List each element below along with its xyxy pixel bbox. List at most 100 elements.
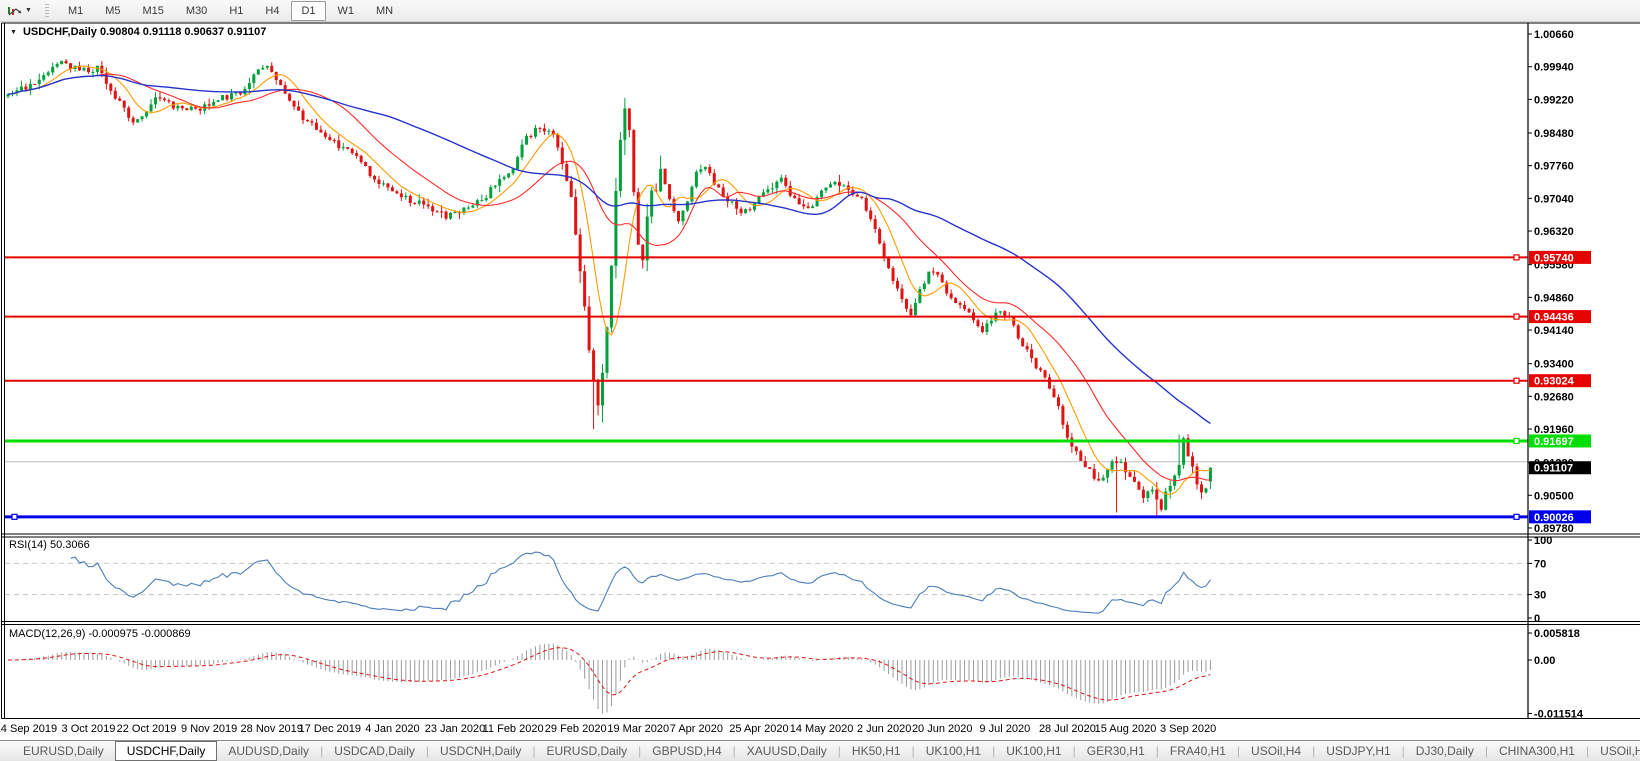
usdchf-price-chart[interactable]: 1.00660 0.99940 0.99220 0.98480 0.97760 0.970… <box>0 22 1640 740</box>
svg-text:0.005818: 0.005818 <box>1534 628 1580 640</box>
svg-text:4 Jan 2020: 4 Jan 2020 <box>365 723 419 735</box>
hline-handle[interactable] <box>1514 378 1519 383</box>
collapse-arrow-icon[interactable]: ▼ <box>10 29 17 36</box>
timeframe-buttons: M1M5M15M30H1H4D1W1MN <box>57 1 404 21</box>
symbol-tab-usoil-h4[interactable]: USOil,H4 <box>1240 741 1312 761</box>
svg-text:0.97040: 0.97040 <box>1534 193 1574 205</box>
svg-text:0.89780: 0.89780 <box>1534 523 1574 535</box>
svg-text:28 Nov 2019: 28 Nov 2019 <box>241 723 303 735</box>
svg-text:14 May 2020: 14 May 2020 <box>790 723 854 735</box>
rsi-indicator-label: RSI(14) 50.3066 <box>9 539 90 551</box>
ma-medium-line <box>8 74 1210 480</box>
svg-text:0.91960: 0.91960 <box>1534 424 1574 436</box>
panel-borders <box>2 23 1640 719</box>
svg-text:11 Feb 2020: 11 Feb 2020 <box>483 723 544 735</box>
timeframe-button-h1[interactable]: H1 <box>219 1 253 21</box>
symbol-tab-uk100-h1[interactable]: UK100,H1 <box>995 741 1072 761</box>
symbol-tab-usdjpy-h1[interactable]: USDJPY,H1 <box>1315 741 1401 761</box>
svg-text:19 Mar 2020: 19 Mar 2020 <box>607 723 669 735</box>
symbol-tab-fra40-h1[interactable]: FRA40,H1 <box>1159 741 1237 761</box>
timeframe-button-h4[interactable]: H4 <box>255 1 289 21</box>
svg-text:29 Feb 2020: 29 Feb 2020 <box>545 723 607 735</box>
chart-area: 1.00660 0.99940 0.99220 0.98480 0.97760 0.970… <box>0 22 1640 740</box>
symbol-tab-china300-h1[interactable]: CHINA300,H1 <box>1488 741 1586 761</box>
hline-handle[interactable] <box>12 514 17 519</box>
rsi-line <box>71 552 1211 613</box>
ma-slow-line <box>8 75 1210 423</box>
date-axis: 14 Sep 2019 3 Oct 201922 Oct 2019 9 Nov 20… <box>0 723 1216 735</box>
svg-text:9 Nov 2019: 9 Nov 2019 <box>181 723 237 735</box>
chart-shift-icon <box>7 4 23 18</box>
svg-text:0.90500: 0.90500 <box>1534 490 1574 502</box>
svg-text:20 Jun 2020: 20 Jun 2020 <box>912 723 973 735</box>
svg-text:0.00: 0.00 <box>1534 655 1555 667</box>
svg-text:3 Oct 2019: 3 Oct 2019 <box>62 723 116 735</box>
timeframe-button-m5[interactable]: M5 <box>95 1 130 21</box>
svg-text:0.97760: 0.97760 <box>1534 161 1574 173</box>
chart-title-text: USDCHF,Daily 0.90804 0.91118 0.90637 0.9… <box>23 26 266 38</box>
hline-handle[interactable] <box>1514 514 1519 519</box>
symbol-tab-uk100-h1[interactable]: UK100,H1 <box>915 741 992 761</box>
svg-text:1.00660: 1.00660 <box>1534 29 1574 41</box>
hline-handle[interactable] <box>1514 255 1519 260</box>
chart-tool-icon[interactable]: ▼ <box>4 3 35 19</box>
macd-indicator-label: MACD(12,26,9) -0.000975 -0.000869 <box>9 628 191 640</box>
symbol-tab-eurusd-daily[interactable]: EURUSD,Daily <box>12 741 115 761</box>
chart-title: ▼ USDCHF,Daily 0.90804 0.91118 0.90637 0.… <box>10 26 266 38</box>
svg-text:25 Apr 2020: 25 Apr 2020 <box>729 723 788 735</box>
svg-text:2 Jun 2020: 2 Jun 2020 <box>857 723 911 735</box>
symbol-tab-eurusd-daily[interactable]: EURUSD,Daily <box>535 741 638 761</box>
timeframe-button-m1[interactable]: M1 <box>58 1 93 21</box>
svg-text:0.93024: 0.93024 <box>1534 376 1575 388</box>
svg-text:0.99220: 0.99220 <box>1534 94 1574 106</box>
ma-fast-line <box>8 66 1210 494</box>
chevron-down-icon: ▼ <box>25 7 32 14</box>
symbol-tab-usoil-h1[interactable]: USOil,H1 <box>1589 741 1640 761</box>
svg-text:9 Jul 2020: 9 Jul 2020 <box>979 723 1030 735</box>
svg-text:0.91697: 0.91697 <box>1534 436 1574 448</box>
timeframe-button-d1[interactable]: D1 <box>291 1 325 21</box>
svg-text:0.94436: 0.94436 <box>1534 312 1574 324</box>
candles-layer <box>7 59 1212 516</box>
timeframe-toolbar: ▼ M1M5M15M30H1H4D1W1MN <box>0 0 1640 22</box>
svg-text:0.98480: 0.98480 <box>1534 128 1574 140</box>
svg-text:0.92680: 0.92680 <box>1534 391 1574 403</box>
timeframe-button-mn[interactable]: MN <box>366 1 403 21</box>
symbol-tab-xauusd-daily[interactable]: XAUUSD,Daily <box>736 741 838 761</box>
symbol-tab-usdcad-daily[interactable]: USDCAD,Daily <box>323 741 426 761</box>
symbol-tab-gbpusd-h4[interactable]: GBPUSD,H4 <box>641 741 732 761</box>
svg-text:3 Sep 2020: 3 Sep 2020 <box>1160 723 1216 735</box>
svg-text:0.90026: 0.90026 <box>1534 512 1574 524</box>
svg-text:0.94140: 0.94140 <box>1534 325 1574 337</box>
svg-text:0: 0 <box>1534 613 1540 625</box>
svg-text:30: 30 <box>1534 590 1546 602</box>
symbol-tab-ger30-h1[interactable]: GER30,H1 <box>1076 741 1156 761</box>
svg-text:0.94860: 0.94860 <box>1534 292 1574 304</box>
macd-signal-line <box>8 648 1210 700</box>
timeframe-button-m15[interactable]: M15 <box>133 1 174 21</box>
symbol-tab-audusd-daily[interactable]: AUDUSD,Daily <box>217 741 320 761</box>
svg-text:70: 70 <box>1534 558 1546 570</box>
svg-text:14 Sep 2019: 14 Sep 2019 <box>0 723 57 735</box>
svg-text:0.99940: 0.99940 <box>1534 62 1574 74</box>
timeframe-button-w1[interactable]: W1 <box>328 1 365 21</box>
svg-text:23 Jan 2020: 23 Jan 2020 <box>425 723 486 735</box>
svg-text:0.95740: 0.95740 <box>1534 252 1574 264</box>
hline-handle[interactable] <box>1514 314 1519 319</box>
symbol-tab-usdcnh-daily[interactable]: USDCNH,Daily <box>429 741 532 761</box>
symbol-tab-dj30-daily[interactable]: DJ30,Daily <box>1405 741 1485 761</box>
timeframe-button-m30[interactable]: M30 <box>176 1 217 21</box>
hline-handle[interactable] <box>1514 438 1519 443</box>
symbol-tab-usdchf-daily[interactable]: USDCHF,Daily <box>115 741 218 761</box>
svg-text:0.96320: 0.96320 <box>1534 226 1574 238</box>
svg-text:0.93400: 0.93400 <box>1534 359 1574 371</box>
svg-text:0.91107: 0.91107 <box>1534 463 1573 475</box>
svg-text:22 Oct 2019: 22 Oct 2019 <box>117 723 177 735</box>
symbol-tab-bar: EURUSD,DailyUSDCHF,DailyAUDUSD,Daily|USD… <box>0 740 1640 761</box>
symbol-tab-hk50-h1[interactable]: HK50,H1 <box>841 741 912 761</box>
svg-text:28 Jul 2020: 28 Jul 2020 <box>1039 723 1096 735</box>
svg-text:15 Aug 2020: 15 Aug 2020 <box>1095 723 1157 735</box>
svg-text:17 Dec 2019: 17 Dec 2019 <box>299 723 361 735</box>
toolbar-grip[interactable] <box>45 4 49 18</box>
svg-text:7 Apr 2020: 7 Apr 2020 <box>670 723 723 735</box>
